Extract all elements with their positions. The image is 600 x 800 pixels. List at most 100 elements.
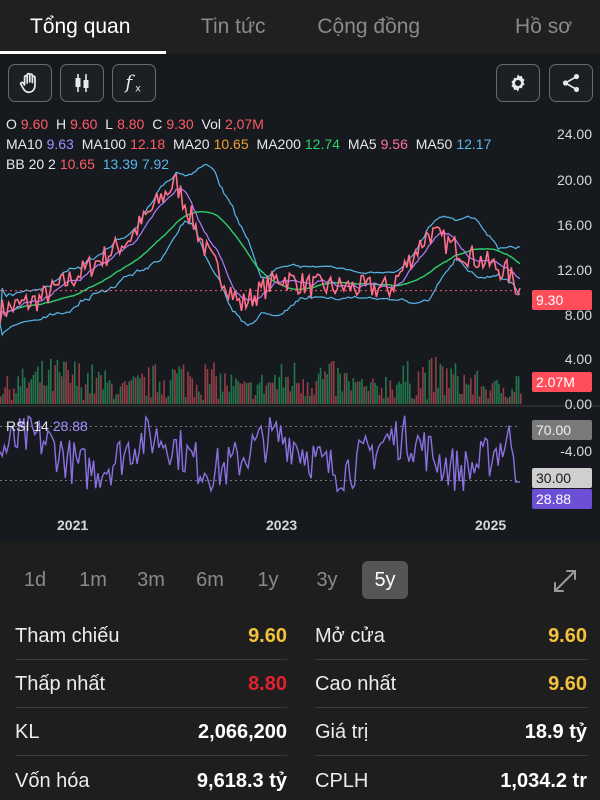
volume-bar bbox=[502, 387, 505, 404]
volume-bar bbox=[213, 362, 215, 404]
volume-bar bbox=[87, 372, 89, 404]
volume-bar bbox=[402, 365, 405, 404]
volume-bar bbox=[119, 386, 122, 404]
close-line bbox=[0, 172, 521, 324]
volume-bar bbox=[80, 387, 83, 404]
period-6m[interactable]: 6m bbox=[187, 561, 233, 599]
period-1y[interactable]: 1y bbox=[245, 561, 291, 599]
volume-bar bbox=[202, 399, 204, 404]
price-chart[interactable]: f x O 9.60 H 9.60 L 8.80 C 9.30 Vol 2,07M MA1… bbox=[0, 54, 600, 541]
volume-bar bbox=[391, 389, 394, 404]
volume-bar bbox=[459, 393, 461, 404]
volume-bar bbox=[293, 362, 296, 404]
price-tick: 20.00 bbox=[556, 172, 592, 188]
volume-bar bbox=[496, 380, 498, 404]
volume-bar bbox=[239, 383, 241, 404]
volume-bar bbox=[487, 398, 489, 404]
volume-bar bbox=[58, 372, 61, 404]
volume-bar bbox=[93, 393, 96, 404]
volume-bar bbox=[304, 396, 307, 404]
expand-chart-button[interactable] bbox=[550, 566, 580, 596]
volume-bar bbox=[491, 383, 494, 404]
volume-bar bbox=[139, 378, 141, 404]
volume-bar bbox=[398, 381, 400, 404]
volume-bar bbox=[396, 384, 398, 404]
volume-bar bbox=[345, 372, 348, 404]
volume-bar bbox=[272, 382, 274, 404]
ma-short-line bbox=[0, 186, 521, 324]
volume-bar bbox=[221, 391, 224, 404]
volume-bar bbox=[365, 386, 368, 404]
volume-bar bbox=[406, 361, 409, 404]
volume-bar bbox=[285, 377, 287, 404]
volume-bar bbox=[517, 376, 520, 404]
volume-bar bbox=[372, 378, 374, 404]
volume-bar bbox=[198, 391, 200, 404]
period-3m[interactable]: 3m bbox=[128, 561, 174, 599]
volume-bar bbox=[463, 374, 465, 404]
volume-bar bbox=[400, 383, 402, 404]
volume-bar bbox=[52, 391, 54, 404]
volume-bar bbox=[104, 370, 106, 404]
price-series bbox=[0, 163, 521, 337]
year-label: 2025 bbox=[475, 517, 507, 533]
volume-bar bbox=[306, 382, 309, 404]
volume-bar bbox=[295, 383, 298, 404]
volume-current-badge: 2.07M bbox=[532, 372, 592, 392]
volume-bar bbox=[261, 374, 263, 404]
period-1d[interactable]: 1d bbox=[12, 561, 58, 599]
tab-news[interactable]: Tin tức bbox=[166, 0, 302, 54]
tab-community[interactable]: Cộng đồng bbox=[301, 0, 437, 54]
volume-bar bbox=[78, 363, 80, 404]
volume-bar bbox=[228, 392, 231, 404]
tab-profile[interactable]: Hồ sơ bbox=[437, 0, 600, 54]
volume-bar bbox=[509, 396, 511, 404]
volume-bar bbox=[250, 382, 252, 404]
volume-bar bbox=[309, 395, 311, 404]
expand-icon bbox=[554, 570, 576, 592]
period-1m[interactable]: 1m bbox=[70, 561, 116, 599]
price-current-badge: 9.30 bbox=[532, 290, 592, 310]
volume-bar bbox=[134, 377, 137, 404]
volume-bar bbox=[298, 382, 300, 404]
volume-bar bbox=[184, 397, 187, 404]
volume-bar bbox=[450, 368, 452, 404]
volume-bar bbox=[339, 373, 341, 404]
rsi-current-badge: 28.88 bbox=[532, 489, 592, 509]
volume-bar bbox=[258, 382, 261, 404]
volume-bar bbox=[41, 360, 43, 404]
stat-reference: Tham chiếu 9.60 bbox=[15, 614, 287, 660]
period-5y[interactable]: 5y bbox=[362, 561, 408, 599]
stat-shares-outstanding: CPLH 1,034.2 tr bbox=[315, 769, 587, 792]
volume-bar bbox=[289, 391, 291, 404]
volume-bar bbox=[141, 373, 143, 404]
volume-bar bbox=[54, 365, 56, 404]
volume-bar bbox=[480, 386, 483, 404]
volume-bar bbox=[100, 375, 102, 404]
volume-bar bbox=[124, 381, 126, 404]
volume-bar bbox=[280, 363, 283, 404]
volume-bar bbox=[465, 383, 468, 404]
volume-bar bbox=[387, 397, 389, 404]
volume-bar bbox=[300, 393, 302, 404]
volume-bar bbox=[515, 376, 518, 404]
volume-bar bbox=[4, 387, 6, 404]
volume-bar bbox=[354, 382, 357, 404]
volume-bar bbox=[513, 392, 516, 404]
volume-bar bbox=[91, 364, 93, 404]
volume-bar bbox=[461, 394, 463, 404]
volume-bar bbox=[417, 371, 420, 404]
volume-bar bbox=[76, 385, 78, 404]
volume-bar bbox=[215, 376, 217, 404]
volume-bar bbox=[263, 393, 265, 404]
volume-bar bbox=[393, 397, 396, 404]
volume-bar bbox=[254, 395, 257, 404]
volume-bar bbox=[470, 378, 472, 404]
volume-bar bbox=[452, 374, 455, 404]
volume-bar bbox=[37, 366, 39, 404]
price-tick: 0.00 bbox=[564, 396, 592, 412]
volume-bar bbox=[161, 394, 163, 404]
period-3y[interactable]: 3y bbox=[304, 561, 350, 599]
volume-bar bbox=[226, 385, 228, 404]
tab-overview[interactable]: Tổng quan bbox=[0, 0, 166, 54]
